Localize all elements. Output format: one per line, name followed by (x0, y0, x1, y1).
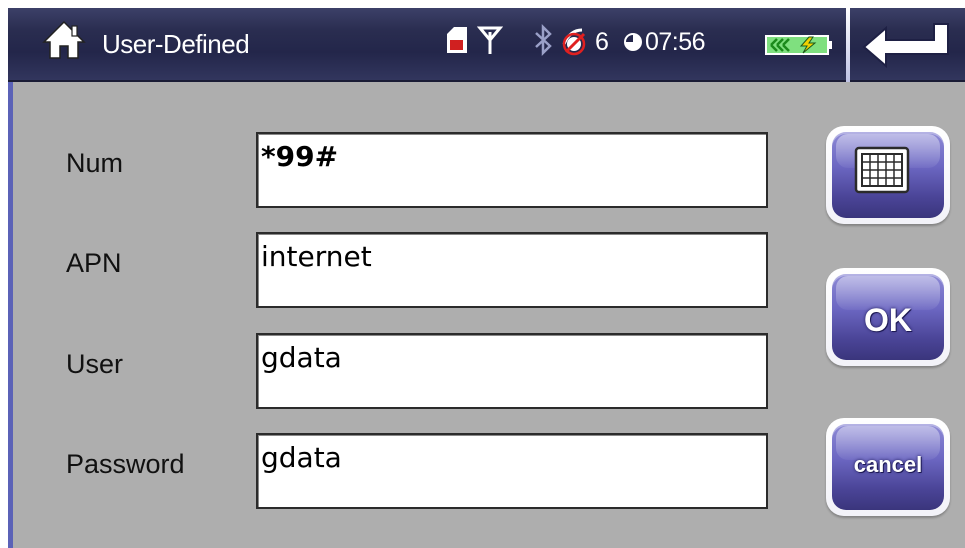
title-bar-divider (846, 8, 850, 82)
sim-card-icon (447, 27, 467, 53)
cancel-button-label: cancel (853, 452, 923, 477)
window-left-edge (8, 8, 13, 548)
cancel-button[interactable]: cancel (826, 418, 950, 516)
page-title: User-Defined (102, 29, 250, 59)
ok-button-label: OK (864, 302, 912, 338)
back-arrow-icon[interactable] (856, 14, 960, 74)
battery-charging-icon (765, 35, 832, 55)
clock-icon (624, 33, 642, 51)
num-field[interactable]: *99# (256, 132, 768, 208)
bluetooth-icon (535, 23, 552, 57)
antenna-icon (477, 26, 503, 54)
apn-label: APN (66, 248, 122, 278)
password-field[interactable]: gdata (256, 433, 768, 509)
num-label: Num (66, 148, 124, 178)
apn-field[interactable]: internet (256, 232, 768, 308)
user-field[interactable]: gdata (256, 333, 768, 409)
title-bar: User-Defined 6 07:56 (8, 8, 965, 82)
satellite-count: 6 (595, 28, 609, 56)
clock-time: 07:56 (645, 28, 706, 56)
password-label: Password (66, 449, 185, 479)
gps-satellite-icon (562, 28, 586, 56)
user-label: User (66, 349, 124, 379)
home-icon[interactable] (42, 18, 86, 62)
keyboard-button[interactable] (826, 126, 950, 224)
keyboard-icon (854, 146, 910, 194)
app-window: User-Defined 6 07:56 Num APN User Passwo… (8, 8, 965, 548)
ok-button[interactable]: OK (826, 268, 950, 366)
